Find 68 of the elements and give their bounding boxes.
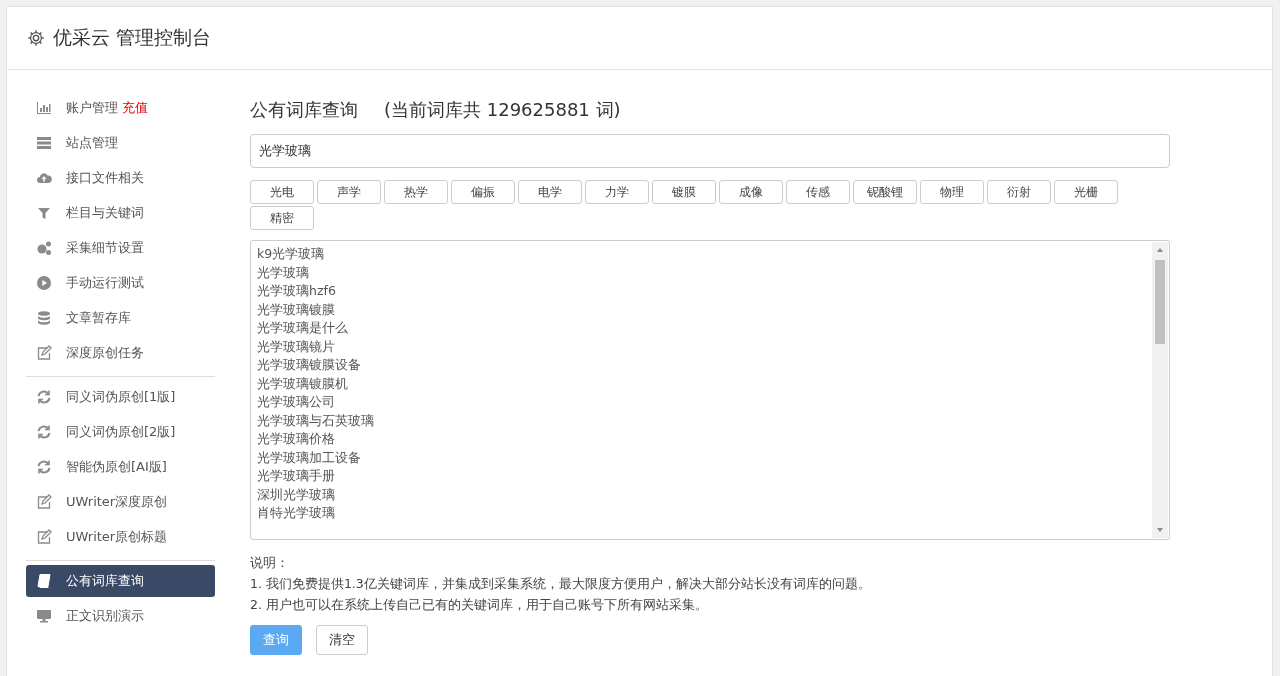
sidebar-item[interactable]: 深度原创任务 (26, 337, 215, 369)
keyword-item[interactable]: 光学玻璃加工设备 (257, 448, 374, 467)
refresh-icon (36, 389, 52, 405)
sidebar-item[interactable]: 同义词伪原创[2版] (26, 416, 215, 448)
keyword-item[interactable]: 深圳光学玻璃 (257, 485, 374, 504)
console-title: 优采云 管理控制台 (53, 25, 212, 50)
sidebar-item[interactable]: 账户管理 充值 (26, 92, 215, 124)
keyword-item[interactable]: 光学玻璃 (257, 263, 374, 282)
filter-icon (36, 205, 52, 221)
bar-chart-icon (36, 100, 52, 116)
settings-icon (27, 29, 45, 47)
keyword-item[interactable]: 光学玻璃镀膜机 (257, 374, 374, 393)
sidebar-item[interactable]: UWriter深度原创 (26, 486, 215, 518)
sidebar-item[interactable]: 同义词伪原创[1版] (26, 381, 215, 413)
server-icon (36, 135, 52, 151)
tag-button[interactable]: 物理 (920, 180, 984, 204)
refresh-icon (36, 424, 52, 440)
book-icon (36, 573, 52, 589)
note-text: 1. 我们免费提供1.3亿关键词库，并集成到采集系统，最大限度方便用户，解决大部分站长没有词库的问题。 (250, 575, 872, 592)
sidebar-item[interactable]: 手动运行测试 (26, 267, 215, 299)
tag-button[interactable]: 力学 (585, 180, 649, 204)
cloud-upload-icon (36, 170, 52, 186)
note-text: 2. 用户也可以在系统上传自己已有的关键词库，用于自己账号下所有网站采集。 (250, 596, 709, 613)
tag-button[interactable]: 偏振 (451, 180, 515, 204)
tag-button[interactable]: 成像 (719, 180, 783, 204)
database-icon (36, 310, 52, 326)
sidebar-item[interactable]: 接口文件相关 (26, 162, 215, 194)
edit-icon (36, 494, 52, 510)
notes-heading: 说明： (250, 554, 290, 571)
edit-icon (36, 345, 52, 361)
keyword-item[interactable]: 光学玻璃hzf6 (257, 282, 374, 301)
sidebar-item[interactable]: UWriter原创标题 (26, 521, 215, 553)
sidebar-item[interactable]: 站点管理 (26, 127, 215, 159)
sidebar-item[interactable]: 正文识别演示 (26, 600, 215, 632)
keyword-item[interactable]: 光学玻璃手册 (257, 467, 374, 486)
tag-button[interactable]: 衍射 (987, 180, 1051, 204)
monitor-icon (36, 608, 52, 624)
keyword-item[interactable]: k9光学玻璃 (257, 245, 374, 264)
edit-icon (36, 529, 52, 545)
scrollbar[interactable] (1152, 242, 1168, 538)
tag-button[interactable]: 光栅 (1054, 180, 1118, 204)
tag-button[interactable]: 声学 (317, 180, 381, 204)
clear-button[interactable]: 清空 (316, 625, 368, 655)
search-field[interactable]: 光学玻璃 (250, 134, 1170, 168)
keyword-item[interactable]: 光学玻璃与石英玻璃 (257, 411, 374, 430)
tag-button[interactable]: 精密 (250, 206, 314, 230)
tag-button[interactable]: 热学 (384, 180, 448, 204)
keyword-item[interactable]: 光学玻璃公司 (257, 393, 374, 412)
play-icon (36, 275, 52, 291)
keyword-item[interactable]: 光学玻璃是什么 (257, 319, 374, 338)
tag-button[interactable]: 电学 (518, 180, 582, 204)
page-title: 公有词库查询 (250, 98, 358, 122)
sidebar-item[interactable]: 智能伪原创[AI版] (26, 451, 215, 483)
sidebar-item[interactable]: 栏目与关键词 (26, 197, 215, 229)
tag-button[interactable]: 铌酸锂 (853, 180, 917, 204)
keyword-item[interactable]: 光学玻璃镜片 (257, 337, 374, 356)
keyword-item[interactable]: 肖特光学玻璃 (257, 504, 374, 523)
keyword-item[interactable]: 光学玻璃镀膜设备 (257, 356, 374, 375)
refresh-icon (36, 459, 52, 475)
sidebar-item[interactable]: 采集细节设置 (26, 232, 215, 264)
tag-button[interactable]: 镀膜 (652, 180, 716, 204)
keyword-item[interactable]: 光学玻璃镀膜 (257, 300, 374, 319)
sidebar-item[interactable]: 文章暂存库 (26, 302, 215, 334)
tag-button[interactable]: 传感 (786, 180, 850, 204)
keyword-item[interactable]: 光学玻璃价格 (257, 430, 374, 449)
tag-button[interactable]: 光电 (250, 180, 314, 204)
word-count: (当前词库共 129625881 词) (384, 98, 621, 122)
sidebar-item[interactable]: 公有词库查询 (26, 565, 215, 597)
